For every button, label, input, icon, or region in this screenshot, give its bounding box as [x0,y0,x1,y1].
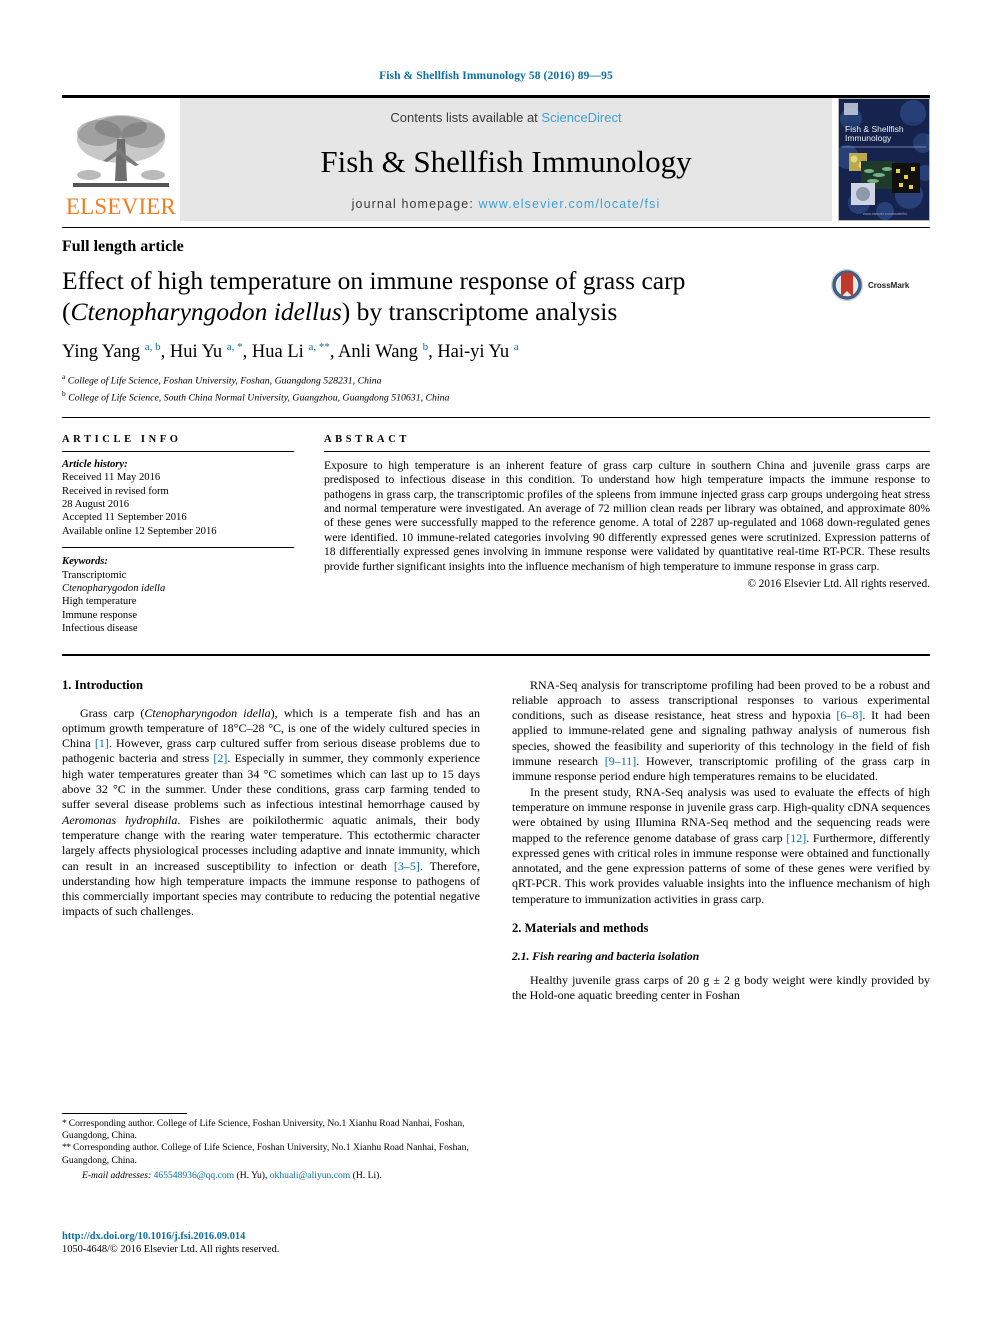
affiliation-a: a College of Life Science, Foshan Univer… [62,371,930,388]
doi-block: http://dx.doi.org/10.1016/j.fsi.2016.09.… [62,1230,492,1257]
sciencedirect-link[interactable]: ScienceDirect [541,110,621,125]
footnote-rule [62,1113,187,1114]
intro-p1-species-2: Aeromonas hydrophila [62,812,178,827]
author-affil-marker: a, * [226,341,243,353]
footnote-2-marker: ** [62,1142,71,1154]
citation-ref[interactable]: [2] [213,751,227,765]
info-abstract-region: ARTICLE INFO Article history: Received 1… [62,418,930,636]
article-info-heading: ARTICLE INFO [62,433,182,445]
keyword-item: High temperature [62,596,137,608]
affiliation-a-text: College of Life Science, Foshan Universi… [67,375,382,387]
article-info-column: ARTICLE INFO Article history: Received 1… [62,434,294,636]
citation-ref[interactable]: [3–5] [394,859,420,873]
affiliation-b: b College of Life Science, South China N… [62,388,930,405]
affil-marker-b: b [62,388,66,398]
footnote-2-text: Corresponding author. College of Life Sc… [62,1142,469,1166]
footnote-1-text: Corresponding author. College of Life Sc… [62,1118,465,1142]
issn-copyright: 1050-4648/© 2016 Elsevier Ltd. All right… [62,1244,280,1255]
title-species: Ctenopharyngodon idellus [70,297,342,326]
citation-ref[interactable]: [9–11] [605,754,637,768]
page-title: Effect of high temperature on immune res… [62,265,722,327]
email-link-2[interactable]: okhuali@aliyun.com [270,1170,351,1181]
article-history-block: Article history: Received 11 May 2016 Re… [62,452,294,538]
masthead-bottom-rule [62,227,930,228]
footnote-1: * Corresponding author. College of Life … [62,1118,480,1142]
article-history-label: Article history: [62,458,128,470]
accepted-date: Accepted 11 September 2016 [62,512,187,524]
abstract-column: ABSTRACT Exposure to high temperature is… [324,434,930,636]
title-row: Effect of high temperature on immune res… [62,265,930,327]
body-columns: 1. Introduction Grass carp (Ctenopharyng… [62,678,930,1004]
email-link-1[interactable]: 465548936@qq.com [154,1170,235,1181]
email-addresses-label: E-mail addresses: [82,1169,154,1181]
author-affil-marker: a, b [144,341,161,353]
subsection-heading-fish-rearing: 2.1. Fish rearing and bacteria isolation [512,950,700,964]
footnote-1-marker: * [62,1118,67,1129]
intro-paragraph-1: Grass carp (Ctenopharyngodon idella), wh… [62,706,480,920]
citation-ref[interactable]: [12] [786,831,806,845]
abstract-text: Exposure to high temperature is an inher… [324,458,930,573]
svg-text:Immunology: Immunology [845,133,892,143]
section-heading-introduction: 1. Introduction [62,677,143,692]
intro-p1-species: Ctenopharyngodon idella [144,705,271,720]
keywords-block: Keywords: Transcriptomic Ctenopharygodon… [62,548,294,635]
author-list: Ying Yang a, b, Hui Yu a, *, Hua Li a, *… [62,341,519,363]
intro-p1-a: Grass carp ( [80,705,145,720]
abstract-heading: ABSTRACT [324,433,410,445]
section-heading-methods: 2. Materials and methods [512,921,649,936]
keyword-item: Immune response [62,609,138,621]
abstract-copyright: © 2016 Elsevier Ltd. All rights reserved… [747,577,931,590]
journal-title: Fish & Shellfish Immunology [320,144,692,179]
journal-homepage-link[interactable]: www.elsevier.com/locate/fsi [478,197,660,211]
citation-ref[interactable]: [1] [95,736,109,750]
journal-cover-thumbnail: Fish & Shellfish Immunology www.elsevier… [838,98,930,221]
journal-homepage-line: journal homepage: www.elsevier.com/locat… [352,197,661,211]
journal-masthead: ELSEVIER Contents lists available at Sci… [62,95,930,221]
keyword-item: Ctenopharygodon idella [62,582,166,594]
affiliations: a College of Life Science, Foshan Univer… [62,371,930,405]
citation-ref[interactable]: [6–8] [836,708,862,722]
keywords-label: Keywords: [62,556,108,568]
contents-prefix: Contents lists available at [390,110,542,125]
crossmark-icon [831,269,863,301]
doi-link[interactable]: http://dx.doi.org/10.1016/j.fsi.2016.09.… [62,1230,492,1243]
crossmark-label: CrossMark [868,280,910,290]
intro-paragraph-2: RNA-Seq analysis for transcriptome profi… [512,678,930,785]
body-column-left: 1. Introduction Grass carp (Ctenopharyng… [62,678,480,1004]
revised-date: 28 August 2016 [62,498,130,510]
affil-marker-a: a [62,372,66,382]
author-affil-marker: a [513,341,519,353]
keyword-item: Infectious disease [62,623,138,635]
homepage-prefix: journal homepage: [351,197,479,211]
journal-cover-art-icon: Fish & Shellfish Immunology www.elsevier… [839,99,929,220]
footnote-emails: E-mail addresses: 465548936@qq.com (H. Y… [62,1167,480,1182]
elsevier-tree-icon [73,115,169,187]
elsevier-logo: ELSEVIER [62,98,180,221]
elsevier-wordmark: ELSEVIER [65,194,177,219]
running-head: Fish & Shellfish Immunology 58 (2016) 89… [379,70,613,82]
article-type-label: Full length article [62,238,184,255]
author-affil-marker: a, ** [308,341,330,353]
body-column-right: RNA-Seq analysis for transcriptome profi… [512,678,930,1004]
intro-paragraph-3: In the present study, RNA-Seq analysis w… [512,785,930,907]
received-date: Received 11 May 2016 [62,472,161,484]
author-affil-marker: b [422,341,429,353]
abstract-bottom-rule [62,653,930,656]
footnote-2: ** Corresponding author. College of Life… [62,1142,480,1166]
email-1-owner: (H. Yu), [234,1169,270,1181]
title-part2: ) by transcriptome analysis [341,297,618,326]
affiliation-b-text: College of Life Science, South China Nor… [68,392,450,404]
footnotes-block: * Corresponding author. College of Life … [62,1113,480,1182]
title-block: Effect of high temperature on immune res… [62,265,830,327]
online-date: Available online 12 September 2016 [62,525,217,537]
contents-list-line: Contents lists available at ScienceDirec… [390,110,621,125]
svg-text:www.elsevier.com/locate/fsi: www.elsevier.com/locate/fsi [863,212,907,216]
methods-paragraph-1: Healthy juvenile grass carps of 20 g ± 2… [512,973,930,1003]
email-2-owner: (H. Li). [350,1169,382,1181]
paper-page: Fish & Shellfish Immunology 58 (2016) 89… [0,0,992,1323]
revised-label: Received in revised form [62,485,169,497]
journal-band: Contents lists available at ScienceDirec… [180,98,832,221]
crossmark-badge[interactable]: CrossMark [830,268,930,302]
keyword-item: Transcriptomic [62,569,127,581]
